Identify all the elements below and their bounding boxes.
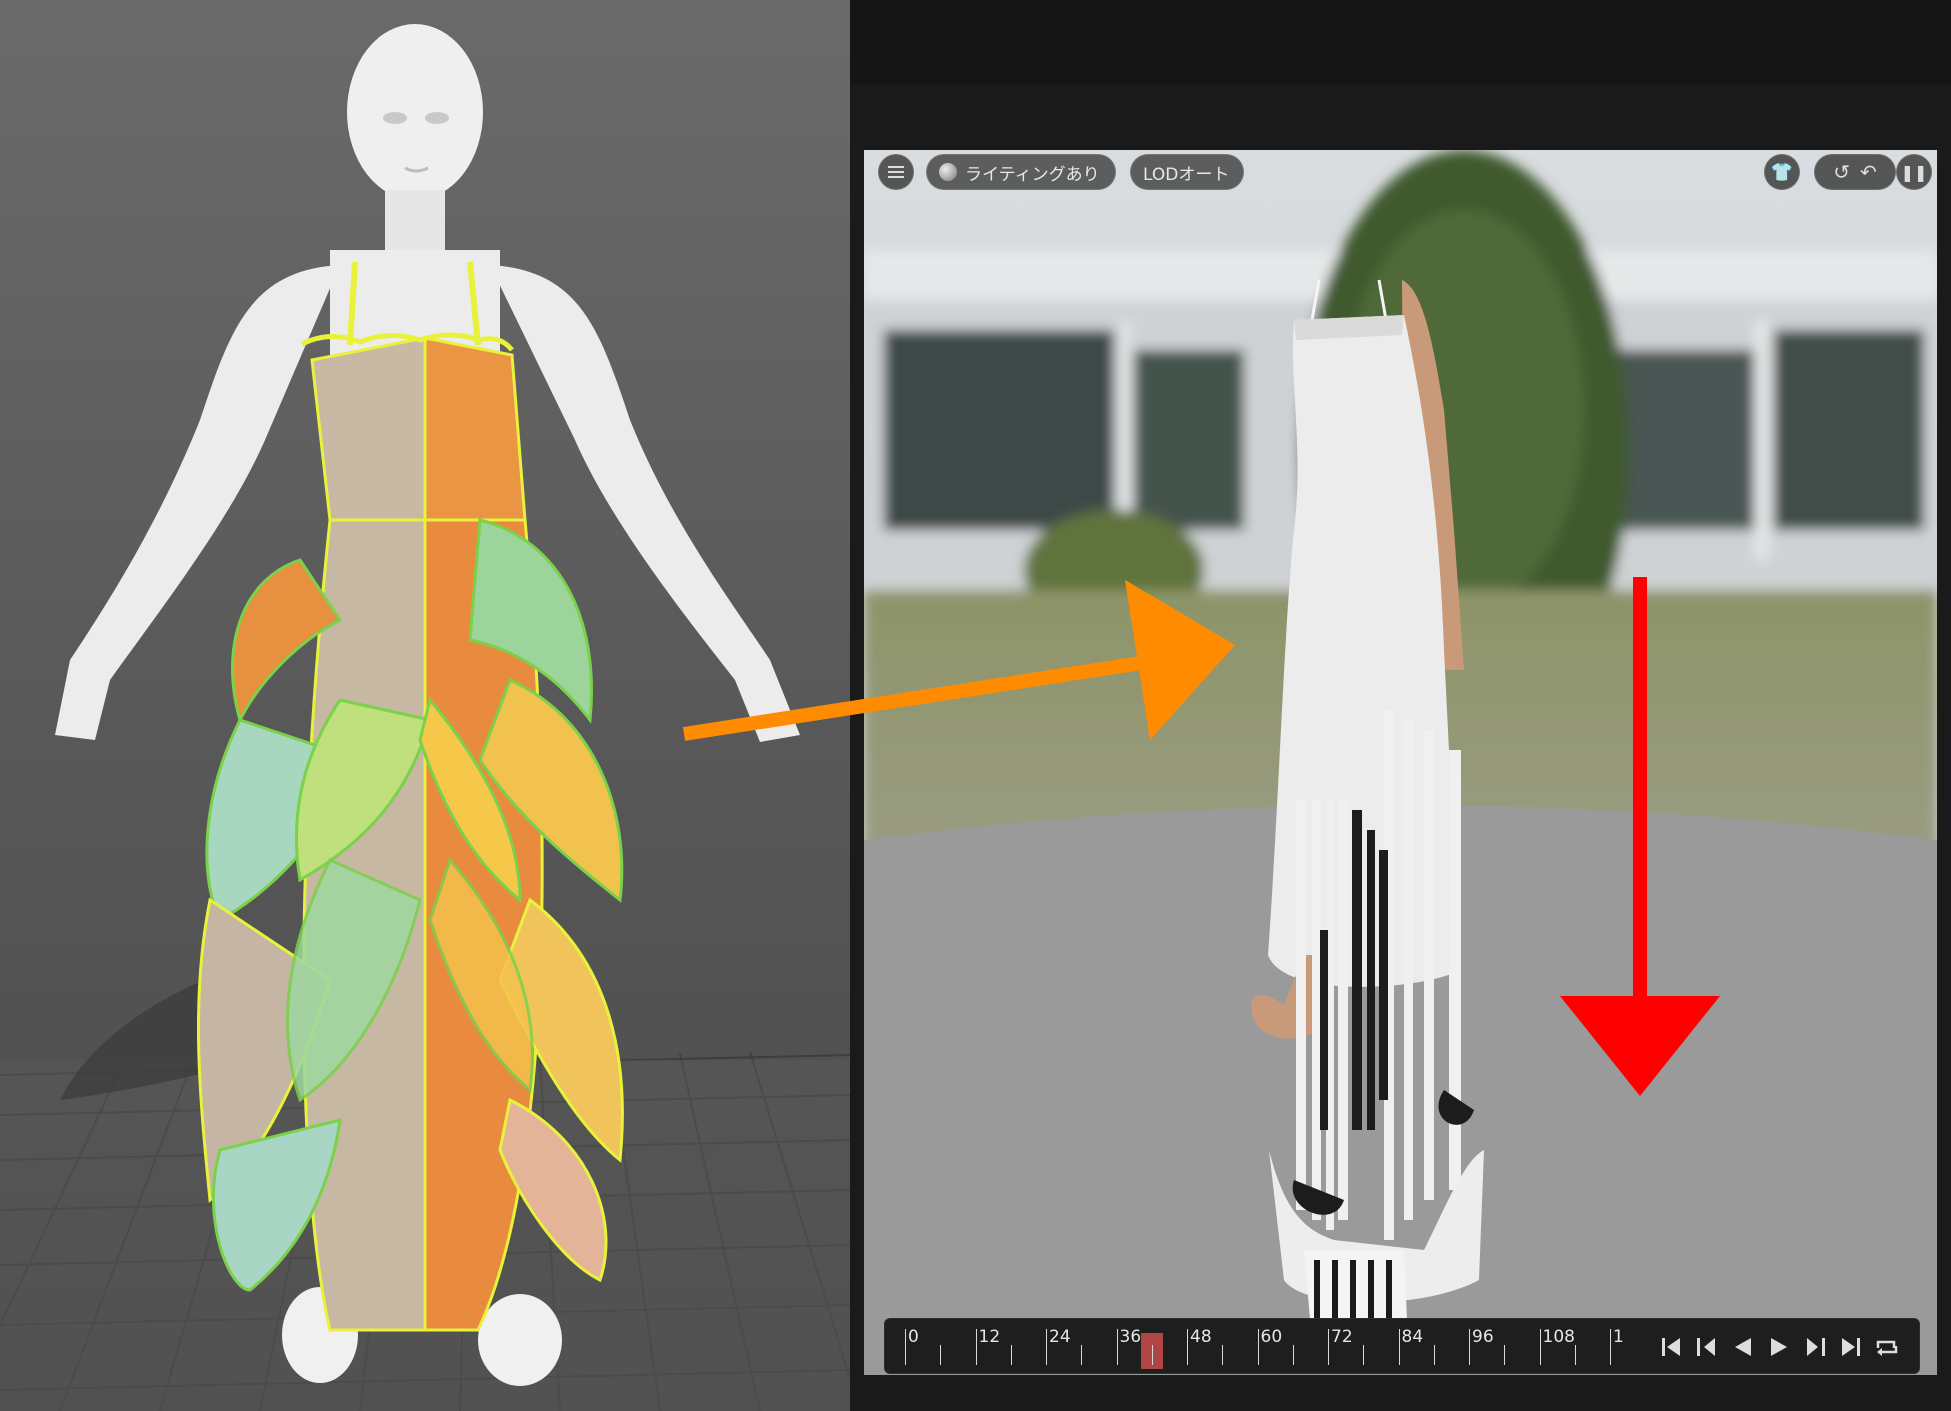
skip-to-end-button[interactable]	[1835, 1331, 1867, 1363]
red-arrow-head	[1560, 996, 1720, 1096]
timeline-major-tick	[1539, 1329, 1541, 1365]
loop-icon	[1876, 1340, 1898, 1356]
timeline-frame-label: 36	[1119, 1327, 1142, 1347]
timeline-major-tick	[1328, 1329, 1329, 1365]
timeline-minor-tick	[1363, 1345, 1364, 1365]
animation-timeline: 0 12 24 36 48 60 72 84 96 108 1	[884, 1318, 1920, 1374]
timeline-frame-label: 96	[1472, 1327, 1494, 1347]
play-button[interactable]	[1763, 1331, 1795, 1363]
timeline-major-tick	[1116, 1329, 1118, 1365]
timeline-major-tick	[1257, 1329, 1259, 1365]
timeline-frame-label: 84	[1401, 1327, 1424, 1347]
orange-arrow-head	[1125, 580, 1235, 740]
timeline-major-tick	[975, 1329, 977, 1365]
skip-end-icon	[1842, 1338, 1860, 1356]
step-back-icon	[1697, 1338, 1715, 1356]
timeline-frame-label: 12	[978, 1327, 1001, 1347]
timeline-frame-label: 1	[1613, 1327, 1624, 1347]
step-back-button[interactable]	[1691, 1331, 1723, 1363]
timeline-frame-label: 60	[1260, 1327, 1283, 1347]
play-reverse-icon	[1735, 1338, 1751, 1356]
timeline-minor-tick	[1504, 1345, 1505, 1365]
timeline-major-tick	[905, 1329, 906, 1365]
timeline-minor-tick	[1292, 1345, 1294, 1365]
timeline-minor-tick	[1151, 1345, 1153, 1365]
timeline-minor-tick	[1433, 1345, 1435, 1365]
play-reverse-button[interactable]	[1727, 1331, 1759, 1363]
skip-to-start-button[interactable]	[1655, 1331, 1687, 1363]
timeline-minor-tick	[1222, 1345, 1223, 1365]
timeline-frame-label: 48	[1190, 1327, 1212, 1347]
skip-start-icon	[1662, 1338, 1680, 1356]
timeline-minor-tick	[940, 1345, 941, 1365]
step-forward-icon	[1807, 1338, 1825, 1356]
timeline-major-tick	[1046, 1329, 1047, 1365]
timeline-major-tick	[1469, 1329, 1470, 1365]
step-forward-button[interactable]	[1799, 1331, 1831, 1363]
timeline-frame-label: 24	[1049, 1327, 1071, 1347]
timeline-major-tick	[1187, 1329, 1188, 1365]
timeline-frame-label: 72	[1331, 1327, 1353, 1347]
timeline-major-tick	[1610, 1329, 1611, 1365]
orange-arrow-shaft	[682, 653, 1162, 741]
annotation-overlay	[682, 577, 1720, 1096]
timeline-major-tick	[1398, 1329, 1400, 1365]
timeline-frame-label: 108	[1542, 1327, 1575, 1347]
timeline-minor-tick	[1081, 1345, 1082, 1365]
timeline-ruler[interactable]: 0 12 24 36 48 60 72 84 96 108 1	[905, 1327, 1675, 1369]
play-icon	[1771, 1338, 1787, 1356]
timeline-minor-tick	[1010, 1345, 1012, 1365]
timeline-frame-label: 0	[908, 1327, 919, 1347]
timeline-minor-tick	[1574, 1345, 1576, 1365]
loop-button[interactable]	[1871, 1331, 1903, 1363]
